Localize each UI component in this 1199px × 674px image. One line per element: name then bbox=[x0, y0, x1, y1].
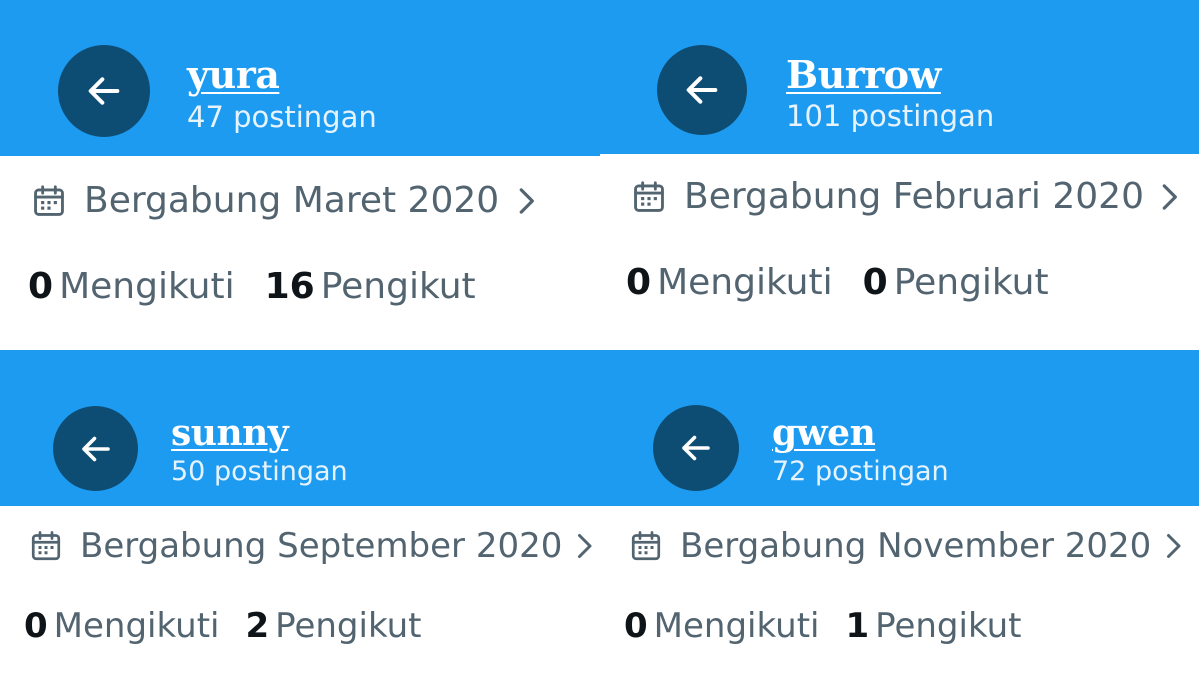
following-count: 0 bbox=[28, 266, 54, 307]
joined-date-row[interactable]: Bergabung Februari 2020 bbox=[630, 176, 1180, 217]
post-count: 50 postingan bbox=[171, 456, 348, 487]
following-count: 0 bbox=[624, 606, 648, 646]
following-count: 0 bbox=[626, 262, 652, 303]
profile-name[interactable]: sunny bbox=[171, 412, 289, 454]
followers-link[interactable]: 16 Pengikut bbox=[265, 266, 476, 307]
following-label: Mengikuti bbox=[657, 262, 833, 303]
back-button[interactable] bbox=[53, 406, 138, 491]
arrow-left-icon bbox=[686, 76, 718, 104]
follow-stats: 0 Mengikuti 0 Pengikut bbox=[626, 262, 1049, 303]
post-count: 72 postingan bbox=[772, 456, 949, 487]
following-link[interactable]: 0 Mengikuti bbox=[626, 262, 833, 303]
followers-link[interactable]: 1 Pengikut bbox=[845, 606, 1021, 646]
profile-name[interactable]: Burrow bbox=[786, 52, 941, 97]
profile-name[interactable]: yura bbox=[187, 52, 280, 97]
followers-count: 2 bbox=[245, 606, 270, 646]
profile-name[interactable]: gwen bbox=[772, 412, 876, 454]
arrow-left-icon bbox=[81, 436, 110, 461]
calendar-icon bbox=[30, 182, 68, 220]
profile-card-gwen: gwen 72 postingan Bergabung November 202… bbox=[600, 350, 1199, 674]
follow-stats: 0 Mengikuti 2 Pengikut bbox=[24, 606, 421, 646]
profile-card-yura: yura 47 postingan Bergabung Maret 2020 0… bbox=[0, 0, 600, 350]
followers-label: Pengikut bbox=[893, 262, 1049, 303]
chevron-right-icon bbox=[574, 528, 594, 564]
follow-stats: 0 Mengikuti 16 Pengikut bbox=[28, 266, 476, 307]
joined-date-row[interactable]: Bergabung November 2020 bbox=[628, 526, 1183, 566]
followers-count: 16 bbox=[264, 266, 315, 307]
post-count: 47 postingan bbox=[187, 100, 377, 134]
following-link[interactable]: 0 Mengikuti bbox=[624, 606, 819, 646]
followers-count: 1 bbox=[845, 606, 870, 646]
follow-stats: 0 Mengikuti 1 Pengikut bbox=[624, 606, 1021, 646]
following-label: Mengikuti bbox=[59, 266, 235, 307]
followers-label: Pengikut bbox=[875, 606, 1022, 646]
following-link[interactable]: 0 Mengikuti bbox=[24, 606, 219, 646]
following-count: 0 bbox=[24, 606, 48, 646]
arrow-left-icon bbox=[88, 77, 120, 105]
calendar-icon bbox=[28, 528, 64, 564]
joined-date-row[interactable]: Bergabung Maret 2020 bbox=[30, 180, 539, 221]
followers-label: Pengikut bbox=[320, 266, 476, 307]
followers-count: 0 bbox=[862, 262, 888, 303]
calendar-icon bbox=[630, 178, 668, 216]
back-button[interactable] bbox=[58, 45, 150, 137]
chevron-right-icon bbox=[513, 182, 539, 220]
calendar-icon bbox=[628, 528, 664, 564]
joined-date-label: Bergabung September 2020 bbox=[80, 526, 563, 566]
post-count: 101 postingan bbox=[786, 99, 995, 133]
followers-link[interactable]: 2 Pengikut bbox=[245, 606, 421, 646]
following-link[interactable]: 0 Mengikuti bbox=[28, 266, 235, 307]
profile-card-sunny: sunny 50 postingan Bergabung September 2… bbox=[0, 350, 600, 674]
following-label: Mengikuti bbox=[53, 606, 220, 646]
arrow-left-icon bbox=[682, 435, 710, 461]
followers-label: Pengikut bbox=[275, 606, 422, 646]
chevron-right-icon bbox=[1158, 178, 1180, 216]
followers-link[interactable]: 0 Pengikut bbox=[863, 262, 1049, 303]
joined-date-row[interactable]: Bergabung September 2020 bbox=[28, 526, 594, 566]
joined-date-label: Bergabung Februari 2020 bbox=[684, 176, 1144, 217]
back-button[interactable] bbox=[657, 45, 747, 135]
joined-date-label: Bergabung November 2020 bbox=[680, 526, 1152, 566]
joined-date-label: Bergabung Maret 2020 bbox=[84, 180, 500, 221]
profile-card-burrow: Burrow 101 postingan Bergabung Februari … bbox=[600, 0, 1199, 350]
following-label: Mengikuti bbox=[653, 606, 820, 646]
chevron-right-icon bbox=[1163, 528, 1183, 564]
back-button[interactable] bbox=[653, 405, 739, 491]
